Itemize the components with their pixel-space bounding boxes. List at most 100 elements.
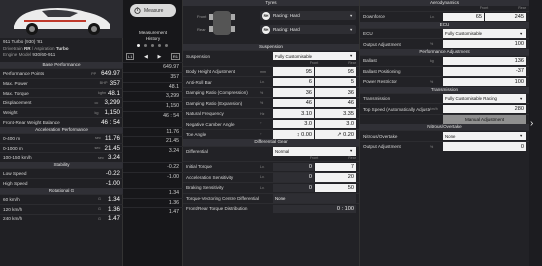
compare-value: -1.00 [123, 171, 183, 182]
differential-front-value: 0 [273, 173, 314, 182]
top-speed-input[interactable]: 280 [443, 104, 526, 114]
compare-value: 1.36 [123, 197, 183, 208]
suspension-rear-input[interactable]: 95 [315, 67, 356, 76]
next-arrow-icon[interactable]: ▶ [157, 54, 161, 60]
suspension-front-input[interactable]: 3.10 [273, 109, 314, 118]
differential-row: Initial Torque Lv. 0 7 [183, 161, 359, 172]
compare-value: 357 [123, 71, 183, 82]
compare-value: 1.34 [123, 187, 183, 198]
differential-label: Acceleration Sensitivity [186, 174, 234, 180]
stat-unit: kg [94, 110, 99, 115]
manual-adjustment-button[interactable]: Manual Adjustment [443, 115, 526, 124]
stat-row: 240 km/h G 1.47 [0, 213, 123, 224]
differential-rear-input[interactable]: 20 [315, 173, 356, 182]
tyre-compound-badge: RH [262, 11, 270, 20]
differential-label: Braking Sensitivity [186, 185, 224, 191]
prev-arrow-icon[interactable]: ◀ [144, 54, 148, 60]
stat-value: 357 [109, 79, 120, 87]
stat-label: 120 km/h [3, 206, 23, 212]
tvcd-select[interactable]: None [273, 194, 356, 203]
dropdown-caret-icon: ▼ [349, 54, 353, 59]
next-page-arrow-icon[interactable]: › [530, 118, 533, 129]
history-dot[interactable] [158, 44, 161, 47]
performance-adjustment-input[interactable]: -37 [443, 67, 526, 76]
transmission-select[interactable]: Fully Customisable Racing ▼ [443, 94, 526, 103]
stat-row: Max. Power BHP 357 [0, 77, 123, 88]
stopwatch-icon [134, 7, 141, 14]
history-dot[interactable] [137, 44, 140, 47]
differential-rear-input[interactable]: 50 [315, 183, 356, 193]
suspension-rear-input[interactable]: 3.0 [315, 119, 356, 129]
ecu-select[interactable]: Fully Customisable ▼ [443, 29, 526, 38]
history-dot[interactable] [144, 44, 147, 47]
stat-unit: sec [97, 155, 104, 160]
rear-tyre-select[interactable]: RH Racing: Hard ▼ [260, 25, 356, 35]
stat-label: Max. Power [3, 80, 28, 86]
differential-rear-input[interactable]: 7 [315, 162, 356, 172]
stat-value: 11.76 [104, 134, 120, 142]
stat-value: 21.45 [104, 144, 120, 152]
front-tyre-select[interactable]: RH Racing: Hard ▼ [260, 11, 356, 21]
suspension-front-input[interactable]: 95 [273, 67, 314, 76]
stat-label: Low Speed [3, 171, 27, 177]
suspension-row: Anti-Roll Bar Lv. 6 5 [183, 76, 359, 87]
car-topview-icon [209, 11, 235, 36]
suspension-front-input[interactable]: ↕ 0.00 [273, 130, 314, 139]
suspension-front-input[interactable]: 6 [273, 77, 314, 87]
suspension-unit: ° [260, 122, 262, 127]
stat-label: Displacement [3, 100, 32, 106]
suspension-rear-input[interactable]: 5 [315, 77, 356, 87]
car-engine-line: Engine Model 930/60-911 [3, 52, 56, 57]
dropdown-caret-icon: ▼ [519, 96, 523, 101]
stat-row: Max. Torque kgfm 48.1 [0, 87, 123, 98]
suspension-unit: mm [260, 69, 266, 74]
transmission-row: Transmission Fully Customisable Racing ▼ [360, 92, 529, 104]
dropdown-caret-icon: ▼ [519, 134, 523, 139]
differential-front-value: 0 [273, 183, 314, 193]
history-dot[interactable] [165, 44, 168, 47]
suspension-row: Toe Angle ° ↕ 0.00 ↗ 0.20 [183, 128, 359, 140]
stat-label: 60 km/h [3, 196, 20, 202]
dropdown-caret-icon: ▼ [519, 31, 523, 36]
suspension-front-input[interactable]: 3.0 [273, 119, 314, 129]
nitrous-select[interactable]: None ▼ [443, 131, 526, 141]
performance-adjustment-input[interactable]: 136 [443, 56, 526, 66]
stat-unit: PP [91, 71, 97, 76]
stat-unit: kgfm [97, 91, 107, 96]
downforce-rear-input[interactable]: 245 [485, 12, 526, 22]
stat-unit: BHP [99, 81, 108, 86]
suspension-select[interactable]: Fully Customisable ▼ [273, 51, 356, 61]
differential-label: Initial Torque [186, 164, 212, 170]
compare-value: 1,150 [123, 101, 183, 111]
suspension-front-input[interactable]: 36 [273, 88, 314, 97]
measure-button[interactable]: Measure [130, 4, 176, 17]
compare-value: 649.97 [123, 62, 183, 72]
stat-unit: cc [94, 100, 99, 105]
history-dot[interactable] [151, 44, 154, 47]
nitrous-output-input[interactable]: 0 [443, 142, 526, 151]
performance-adjustment-row: Power Restrictor% 100 [360, 76, 529, 87]
ecu-output-input[interactable]: 100 [443, 39, 526, 49]
stat-label: Weight [3, 110, 18, 116]
stat-row: 0-1000 m sec 21.45 [0, 142, 123, 153]
suspension-front-input[interactable]: 46 [273, 98, 314, 108]
nitrous-row: Nitrous/Overtake None ▼ [360, 130, 529, 141]
performance-adjustment-input[interactable]: 100 [443, 77, 526, 87]
manual-adjustment-row: Manual Adjustment [360, 113, 529, 125]
suspension-rear-input[interactable]: 46 [315, 98, 356, 108]
stats-list: Base Performance Performance Points PP 649… [0, 62, 123, 223]
suspension-rear-input[interactable]: 3.35 [315, 109, 356, 118]
measure-button-label: Measure [144, 7, 164, 14]
suspension-rear-input[interactable]: ↗ 0.20 [315, 130, 356, 139]
stat-row: 100-150 km/h sec 3.24 [0, 152, 123, 162]
stat-label: 0-1000 m [3, 145, 23, 151]
stat-value: 46 : 54 [101, 118, 120, 126]
ecu-row: ECU Fully Customisable ▼ [360, 27, 529, 39]
suspension-label: Toe Angle [186, 132, 207, 138]
downforce-front-input[interactable]: 65 [443, 12, 484, 22]
stat-label: Front-Rear Weight Balance [3, 119, 60, 125]
suspension-rear-input[interactable]: 36 [315, 88, 356, 97]
differential-select[interactable]: Normal ▼ [273, 147, 356, 156]
compare-value: 3.24 [123, 146, 183, 156]
differential-unit: Lv. [260, 175, 265, 180]
